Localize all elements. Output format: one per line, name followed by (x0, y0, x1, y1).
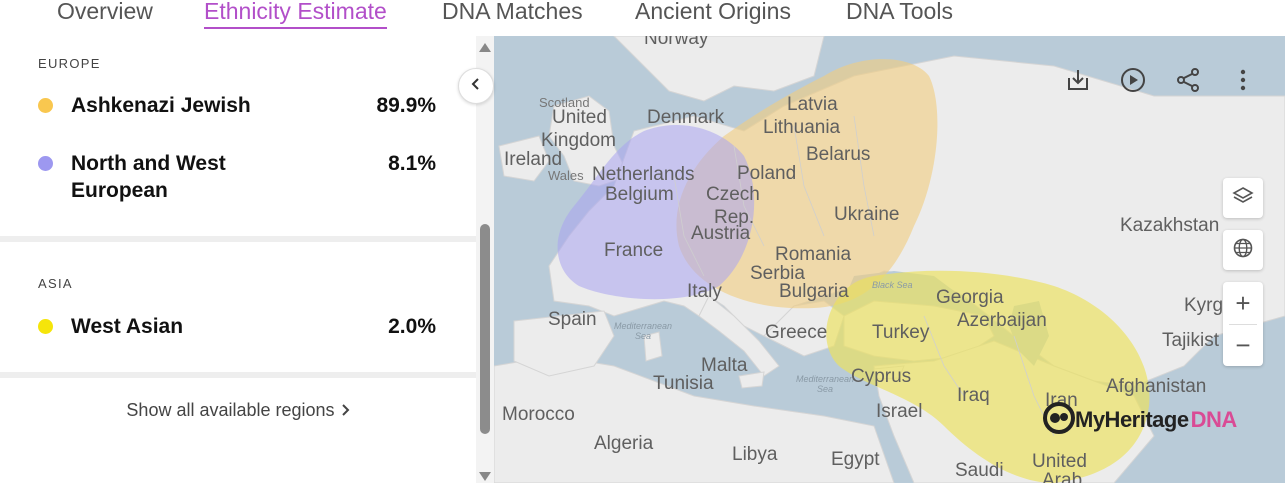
show-all-regions-link[interactable]: Show all available regions (0, 400, 476, 421)
map-label-belarus: Belarus (806, 144, 871, 165)
chevron-right-icon (340, 400, 350, 420)
ethnicity-name: Ashkenazi Jewish (71, 94, 251, 117)
map-label-morocco: Morocco (502, 404, 575, 425)
map-label-algeria: Algeria (594, 433, 654, 454)
zoom-controls: + − (1223, 282, 1263, 366)
map-label-mediterranean-east: Mediterranean Sea (796, 374, 855, 394)
map-label-denmark: Denmark (647, 107, 725, 128)
map-label-bulgaria: Bulgaria (779, 281, 849, 302)
map-label-turkey: Turkey (872, 322, 930, 343)
ethnicity-percent: 8.1% (388, 152, 436, 175)
map-label-egypt: Egypt (831, 449, 880, 470)
map-label-tajikistan: Tajikist (1162, 330, 1220, 351)
zoom-out-button[interactable]: − (1223, 324, 1263, 366)
scroll-thumb[interactable] (480, 224, 490, 434)
map-label-kyrgyzstan: Kyrg (1184, 295, 1224, 316)
ethnicity-name-line-2: European (71, 179, 168, 202)
map-label-ukraine: Ukraine (834, 204, 900, 225)
color-dot (38, 319, 53, 334)
tab-bar: Overview Ethnicity Estimate DNA Matches … (0, 0, 1285, 36)
logo-dna: DNA (1190, 407, 1238, 432)
globe-icon (1232, 237, 1254, 264)
map-label-iraq: Iraq (957, 385, 990, 406)
ethnicity-percent: 89.9% (376, 94, 436, 117)
map-label-france: France (604, 240, 664, 261)
map-label-afghanistan: Afghanistan (1106, 376, 1207, 397)
tab-ethnicity-estimate[interactable]: Ethnicity Estimate (204, 0, 387, 29)
divider (0, 236, 476, 242)
chevron-left-icon (470, 77, 482, 96)
divider (0, 372, 476, 378)
map-label-belgium: Belgium (605, 184, 674, 205)
map-label-norway: Norway (644, 36, 709, 49)
ethnicity-percent: 2.0% (388, 315, 436, 338)
map-label-uae-2: Arab (1042, 470, 1083, 483)
map-label-azerbaijan: Azerbaijan (957, 310, 1047, 331)
region-label-asia: ASIA (38, 276, 73, 291)
tab-dna-tools[interactable]: DNA Tools (846, 0, 953, 25)
ethnicity-name: North and West (71, 152, 226, 175)
color-dot (38, 98, 53, 113)
map-label-netherlands: Netherlands (592, 164, 695, 185)
map-label-wales: Wales (548, 168, 584, 183)
map-label-italy: Italy (687, 281, 722, 302)
ethnicity-name: West Asian (71, 315, 184, 338)
myheritage-logo-icon (1043, 401, 1075, 439)
map-label-spain: Spain (548, 309, 597, 330)
map-label-lithuania: Lithuania (763, 117, 841, 138)
map-label-black-sea: Black Sea (872, 280, 913, 290)
more-vert-icon[interactable] (1225, 62, 1261, 98)
map-label-cyprus: Cyprus (851, 366, 912, 387)
tab-ancient-origins[interactable]: Ancient Origins (635, 0, 791, 25)
map-label-poland: Poland (737, 163, 797, 184)
color-dot (38, 156, 53, 171)
map-label-united-kingdom: United (552, 107, 607, 128)
map-label-georgia: Georgia (936, 287, 1004, 308)
map-label-tunisia: Tunisia (653, 373, 714, 394)
map-label-israel: Israel (876, 401, 923, 422)
globe-button[interactable] (1223, 230, 1263, 270)
zoom-in-button[interactable]: + (1223, 282, 1263, 324)
ethnicity-panel: EUROPE Ashkenazi Jewish 89.9% North and … (0, 36, 476, 483)
map-label-mediterranean: Mediterranean Sea (614, 321, 673, 341)
layers-icon (1232, 185, 1254, 212)
tab-overview[interactable]: Overview (57, 0, 153, 25)
scroll-up-arrow[interactable] (479, 43, 491, 52)
logo-brand: MyHeritage (1075, 407, 1189, 432)
layers-button[interactable] (1223, 178, 1263, 218)
download-icon[interactable] (1060, 62, 1096, 98)
map-label-greece: Greece (765, 322, 828, 343)
map-label-latvia: Latvia (787, 94, 838, 115)
map-label-saudi: Saudi (955, 460, 1004, 481)
collapse-panel-button[interactable] (458, 68, 494, 104)
myheritage-dna-logo: MyHeritage DNA (1043, 401, 1238, 439)
region-label-europe: EUROPE (38, 56, 101, 71)
show-all-label: Show all available regions (126, 400, 335, 420)
map-label-austria: Austria (691, 223, 751, 244)
map-label-libya: Libya (732, 444, 778, 465)
tab-dna-matches[interactable]: DNA Matches (442, 0, 583, 25)
share-icon[interactable] (1170, 62, 1206, 98)
map-label-kazakhstan: Kazakhstan (1120, 215, 1220, 236)
map-label-czech: Czech (706, 184, 760, 205)
scroll-down-arrow[interactable] (479, 472, 491, 481)
play-icon[interactable] (1115, 62, 1151, 98)
